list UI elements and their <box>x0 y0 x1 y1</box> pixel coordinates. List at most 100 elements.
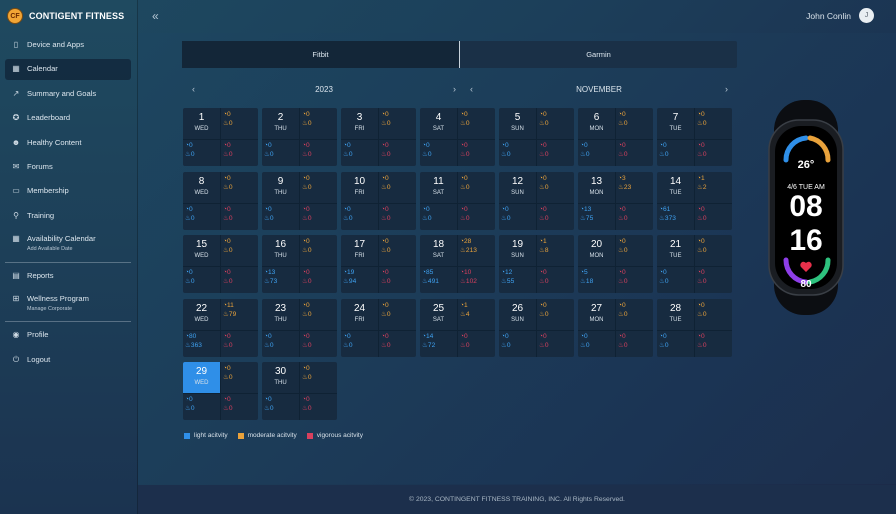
moderate-activity: ◔0 ♨0 <box>221 364 258 382</box>
day-number: 24 <box>353 302 366 314</box>
sidebar-item-forums[interactable]: ✉ Forums <box>5 157 131 178</box>
user-name: John Conlin <box>806 10 851 21</box>
power-icon: ⏻ <box>12 354 20 364</box>
brand[interactable]: CF CONTIGENT FITNESS <box>7 7 124 25</box>
cell-divider <box>578 266 653 267</box>
calendar-day[interactable]: 17 FRI ◔0 ♨0 ◔19 ♨94 ◔0 ♨0 <box>341 235 416 293</box>
calendar-day[interactable]: 29 WED ◔0 ♨0 ◔0 ♨0 ◔0 ♨0 <box>183 362 258 420</box>
day-header: 20 MON <box>578 235 615 266</box>
calendar-day[interactable]: 20 MON ◔0 ♨0 ◔5 ♨18 ◔0 ♨0 <box>578 235 653 293</box>
user-menu[interactable]: John Conlin J <box>806 8 874 23</box>
calendar-day[interactable]: 27 MON ◔0 ♨0 ◔0 ♨0 ◔0 ♨0 <box>578 298 653 357</box>
calendar-day[interactable]: 18 SAT ◔28 ♨213 ◔85 ♨491 ◔10 ♨102 <box>420 235 495 293</box>
day-number: 1 <box>198 112 205 123</box>
calendar-day[interactable]: 24 FRI ◔0 ♨0 ◔0 ♨0 ◔0 ♨0 <box>341 298 416 357</box>
calendar-day[interactable]: 22 WED ◔11 ♨79 ◔80 ♨363 ◔0 ♨0 <box>183 298 258 357</box>
collapse-sidebar-icon[interactable]: « <box>152 9 159 23</box>
sidebar-item-profile[interactable]: ◉ Profile <box>5 325 131 346</box>
day-number: 27 <box>590 302 603 314</box>
minutes-value: 0 <box>226 238 231 245</box>
month-prev-icon[interactable]: ‹ <box>470 84 473 94</box>
vigorous-activity: ◔0 ♨0 <box>300 141 337 159</box>
vigorous-activity: ◔0 ♨0 <box>695 205 732 223</box>
sidebar-item-wellness-program[interactable]: ⊞ Wellness Program Manage Corporate <box>5 290 131 318</box>
minutes-value: 0 <box>504 332 509 340</box>
minutes-value: 0 <box>305 301 310 309</box>
calories-value: 0 <box>664 341 669 349</box>
year-next-icon[interactable]: › <box>453 84 456 94</box>
calendar-day[interactable]: 12 SUN ◔0 ♨0 ◔0 ♨0 ◔0 ♨0 <box>499 171 574 230</box>
sidebar-item-membership[interactable]: ▭ Membership <box>5 181 131 202</box>
day-number: 16 <box>274 239 287 250</box>
calendar-day[interactable]: 5 SUN ◔0 ♨0 ◔0 ♨0 ◔0 ♨0 <box>499 108 574 166</box>
cell-divider <box>341 329 416 331</box>
calendar-day[interactable]: 16 THU ◔0 ♨0 ◔13 ♨73 ◔0 ♨0 <box>262 235 337 293</box>
calendar-day[interactable]: 7 TUE ◔0 ♨0 ◔0 ♨0 ◔0 ♨0 <box>657 108 732 166</box>
calendar-day[interactable]: 15 WED ◔0 ♨0 ◔0 ♨0 ◔0 ♨0 <box>183 235 258 293</box>
calendar-day[interactable]: 14 TUE ◔1 ♨2 ◔61 ♨373 ◔0 ♨0 <box>657 171 732 230</box>
sidebar-item-label: Membership <box>27 186 69 195</box>
calendar-day[interactable]: 6 MON ◔0 ♨0 ◔0 ♨0 ◔0 ♨0 <box>578 108 653 166</box>
calories-value: 0 <box>269 214 274 222</box>
avatar[interactable]: J <box>859 8 874 23</box>
calendar-day[interactable]: 10 FRI ◔0 ♨0 ◔0 ♨0 ◔0 ♨0 <box>341 171 416 230</box>
sidebar-item-leaderboard[interactable]: ✪ Leaderboard <box>5 108 131 129</box>
sidebar-item-calendar[interactable]: ▦ Calendar <box>5 59 131 81</box>
device-tabs: Fitbit Garmin <box>182 41 737 68</box>
sidebar-item-healthy-content[interactable]: ☻ Healthy Content <box>5 133 131 154</box>
sidebar-item-reports[interactable]: ▤ Reports <box>5 266 131 287</box>
calendar-day[interactable]: 8 WED ◔0 ♨0 ◔0 ♨0 ◔0 ♨0 <box>183 171 258 230</box>
sidebar-item-summary-and-goals[interactable]: ↗ Summary and Goals <box>5 84 131 105</box>
vigorous-activity: ◔0 ♨0 <box>379 205 416 223</box>
calendar-day[interactable]: 25 SAT ◔1 ♨4 ◔14 ♨72 ◔0 ♨0 <box>420 298 495 357</box>
day-number: 17 <box>353 239 366 250</box>
calendar-day[interactable]: 9 THU ◔0 ♨0 ◔0 ♨0 ◔0 ♨0 <box>262 171 337 230</box>
calendar-day[interactable]: 13 MON ◔3 ♨23 ◔13 ♨75 ◔0 ♨0 <box>578 171 653 230</box>
minutes-value: 0 <box>226 174 231 182</box>
minutes-value: 0 <box>621 111 626 118</box>
month-next-icon[interactable]: › <box>725 84 728 94</box>
sidebar-item-device-and-apps[interactable]: ▯ Device and Apps <box>5 35 131 56</box>
day-header: 6 MON <box>578 108 615 139</box>
sidebar-item-availability-calendar[interactable]: ▦ Availability Calendar Add Available Date <box>5 230 131 258</box>
minutes-value: 1 <box>700 174 705 182</box>
light-activity: ◔85 ♨491 <box>420 268 457 286</box>
calendar-day[interactable]: 3 FRI ◔0 ♨0 ◔0 ♨0 ◔0 ♨0 <box>341 108 416 166</box>
sidebar-item-training[interactable]: ⚲ Training <box>5 206 131 227</box>
year-prev-icon[interactable]: ‹ <box>192 84 195 94</box>
calories-value: 0 <box>702 151 707 158</box>
calories-value: 0 <box>190 278 195 285</box>
sidebar-item-logout[interactable]: ⏻ Logout <box>5 350 131 371</box>
vigorous-activity: ◔10 ♨102 <box>458 268 495 286</box>
day-header: 7 TUE <box>657 108 694 139</box>
moderate-activity: ◔0 ♨0 <box>379 301 416 319</box>
calendar-day[interactable]: 4 SAT ◔0 ♨0 ◔0 ♨0 ◔0 ♨0 <box>420 108 495 166</box>
calendar-day[interactable]: 30 THU ◔0 ♨0 ◔0 ♨0 ◔0 ♨0 <box>262 362 337 420</box>
minutes-value: 0 <box>267 142 272 149</box>
calendar-day[interactable]: 23 THU ◔0 ♨0 ◔0 ♨0 ◔0 ♨0 <box>262 298 337 357</box>
calendar-day[interactable]: 2 THU ◔0 ♨0 ◔0 ♨0 ◔0 ♨0 <box>262 108 337 166</box>
calendar-day[interactable]: 1 WED ◔0 ♨0 ◔0 ♨0 ◔0 ♨0 <box>183 108 258 166</box>
day-number: 4 <box>435 112 442 123</box>
cell-divider <box>262 266 337 267</box>
light-activity: ◔0 ♨0 <box>262 205 299 223</box>
calendar-day[interactable]: 19 SUN ◔1 ♨8 ◔12 ♨55 ◔0 ♨0 <box>499 235 574 293</box>
tab-fitbit[interactable]: Fitbit <box>182 41 460 68</box>
calendar-day[interactable]: 26 SUN ◔0 ♨0 ◔0 ♨0 ◔0 ♨0 <box>499 298 574 357</box>
cell-divider <box>420 329 495 331</box>
minutes-value: 12 <box>504 269 513 276</box>
minutes-value: 0 <box>700 332 705 340</box>
calories-value: 0 <box>623 310 628 318</box>
minutes-value: 0 <box>226 396 231 403</box>
minutes-value: 0 <box>305 269 310 276</box>
minutes-value: 1 <box>463 301 468 309</box>
vigorous-activity: ◔0 ♨0 <box>300 332 337 350</box>
calendar-day[interactable]: 11 SAT ◔0 ♨0 ◔0 ♨0 ◔0 ♨0 <box>420 171 495 230</box>
tab-garmin[interactable]: Garmin <box>460 41 737 68</box>
cell-divider <box>183 266 258 267</box>
minutes-value: 0 <box>305 396 310 403</box>
calendar-day[interactable]: 21 TUE ◔0 ♨0 ◔0 ♨0 ◔0 ♨0 <box>657 235 732 293</box>
sidebar-item-text: Healthy Content <box>27 137 82 147</box>
calendar-day[interactable]: 28 TUE ◔0 ♨0 ◔0 ♨0 ◔0 ♨0 <box>657 298 732 357</box>
moderate-activity: ◔0 ♨0 <box>695 301 732 319</box>
